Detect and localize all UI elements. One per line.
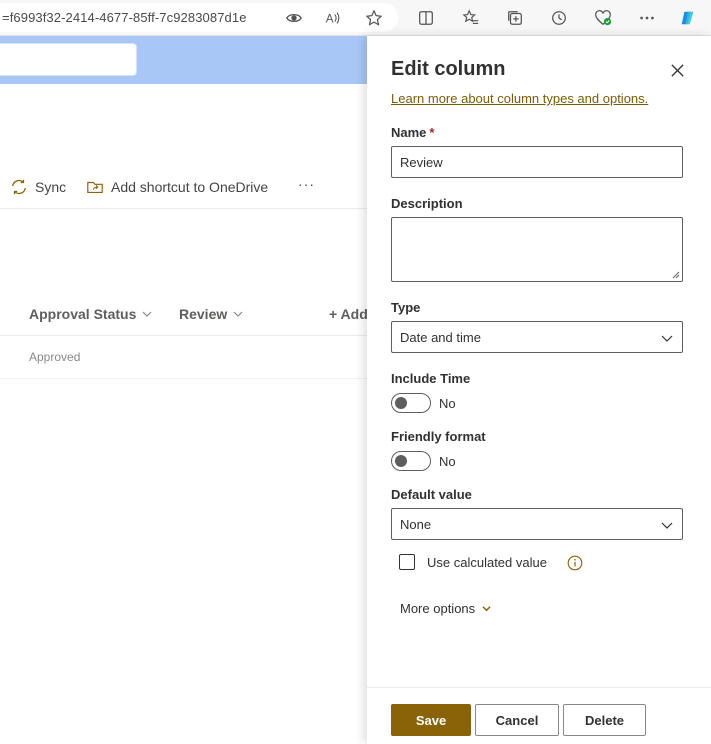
- sync-icon: [12, 179, 26, 195]
- add-column-button[interactable]: + Add: [329, 306, 368, 322]
- chevron-down-icon: [482, 606, 491, 612]
- more-options-label: More options: [400, 601, 476, 616]
- name-label: Name *: [391, 125, 434, 140]
- resize-grip-icon[interactable]: [672, 271, 680, 279]
- browser-toolbar: =f6993f32-2414-4677-85ff-7c9283087d1e A: [0, 0, 711, 36]
- sync-command[interactable]: Sync: [10, 178, 66, 196]
- more-options-toggle[interactable]: More options: [400, 601, 491, 616]
- list-header-divider: [0, 335, 370, 336]
- friendly-format-label: Friendly format: [391, 429, 486, 444]
- delete-button[interactable]: Delete: [563, 704, 646, 736]
- eye-icon[interactable]: [283, 7, 305, 29]
- info-icon[interactable]: [567, 555, 583, 571]
- description-textarea[interactable]: [391, 217, 683, 282]
- friendly-format-toggle-row: No: [391, 451, 456, 471]
- friendly-format-toggle[interactable]: [391, 451, 431, 471]
- name-input-value: Review: [400, 154, 443, 170]
- read-aloud-icon[interactable]: A: [322, 7, 344, 29]
- type-label: Type: [391, 300, 421, 315]
- toggle-knob: [395, 397, 407, 409]
- favorite-star-icon[interactable]: [363, 7, 385, 29]
- chevron-down-icon: [661, 522, 673, 529]
- table-row-divider: [0, 378, 370, 379]
- collections-icon[interactable]: [504, 7, 526, 29]
- address-bar-url[interactable]: =f6993f32-2414-4677-85ff-7c9283087d1e: [2, 10, 247, 25]
- cancel-button[interactable]: Cancel: [475, 704, 559, 736]
- chevron-down-icon: [233, 311, 243, 317]
- description-label: Description: [391, 196, 463, 211]
- column-header-label: Review: [179, 306, 228, 322]
- chevron-down-icon: [142, 311, 152, 317]
- site-search-box[interactable]: [0, 43, 137, 76]
- split-screen-icon[interactable]: [415, 7, 437, 29]
- include-time-toggle-row: No: [391, 393, 456, 413]
- browser-essentials-icon[interactable]: [592, 7, 614, 29]
- panel-title: Edit column: [391, 58, 506, 80]
- friendly-format-state: No: [439, 453, 456, 469]
- table-cell-approval-status: Approved: [29, 350, 81, 364]
- use-calculated-checkbox[interactable]: [399, 554, 415, 570]
- add-shortcut-label: Add shortcut to OneDrive: [111, 179, 269, 195]
- default-value-label: Default value: [391, 487, 472, 502]
- toggle-knob: [395, 455, 407, 467]
- command-bar-divider: [0, 208, 370, 209]
- include-time-label: Include Time: [391, 371, 471, 386]
- column-header-review[interactable]: Review: [179, 306, 243, 322]
- favorites-icon[interactable]: [460, 7, 482, 29]
- name-input[interactable]: Review: [391, 146, 683, 178]
- use-calculated-row: Use calculated value: [399, 554, 547, 570]
- edit-column-panel: Edit column Learn more about column type…: [367, 36, 711, 744]
- default-value-dropdown[interactable]: None: [391, 508, 683, 540]
- name-label-text: Name: [391, 125, 427, 140]
- column-header-approval-status[interactable]: Approval Status: [29, 306, 152, 322]
- include-time-toggle[interactable]: [391, 393, 431, 413]
- close-button[interactable]: [663, 56, 691, 84]
- type-dropdown-value: Date and time: [400, 329, 481, 345]
- required-marker: *: [429, 125, 435, 140]
- column-header-label: Approval Status: [29, 306, 137, 322]
- close-icon: [670, 63, 684, 77]
- learn-more-link[interactable]: Learn more about column types and option…: [391, 91, 648, 106]
- svg-text:A: A: [326, 13, 334, 26]
- more-icon[interactable]: [636, 7, 658, 29]
- more-commands-button[interactable]: ···: [298, 176, 315, 192]
- save-button[interactable]: Save: [391, 704, 471, 736]
- type-dropdown[interactable]: Date and time: [391, 321, 683, 353]
- add-shortcut-command[interactable]: Add shortcut to OneDrive: [86, 178, 268, 196]
- include-time-state: No: [439, 395, 456, 411]
- history-icon[interactable]: [548, 7, 570, 29]
- shortcut-folder-icon: [87, 181, 103, 193]
- sync-label: Sync: [35, 179, 67, 195]
- footer-divider: [367, 687, 711, 688]
- copilot-icon[interactable]: [677, 7, 699, 29]
- default-value-dropdown-value: None: [400, 516, 432, 532]
- chevron-down-icon: [661, 335, 673, 342]
- use-calculated-label: Use calculated value: [427, 554, 547, 570]
